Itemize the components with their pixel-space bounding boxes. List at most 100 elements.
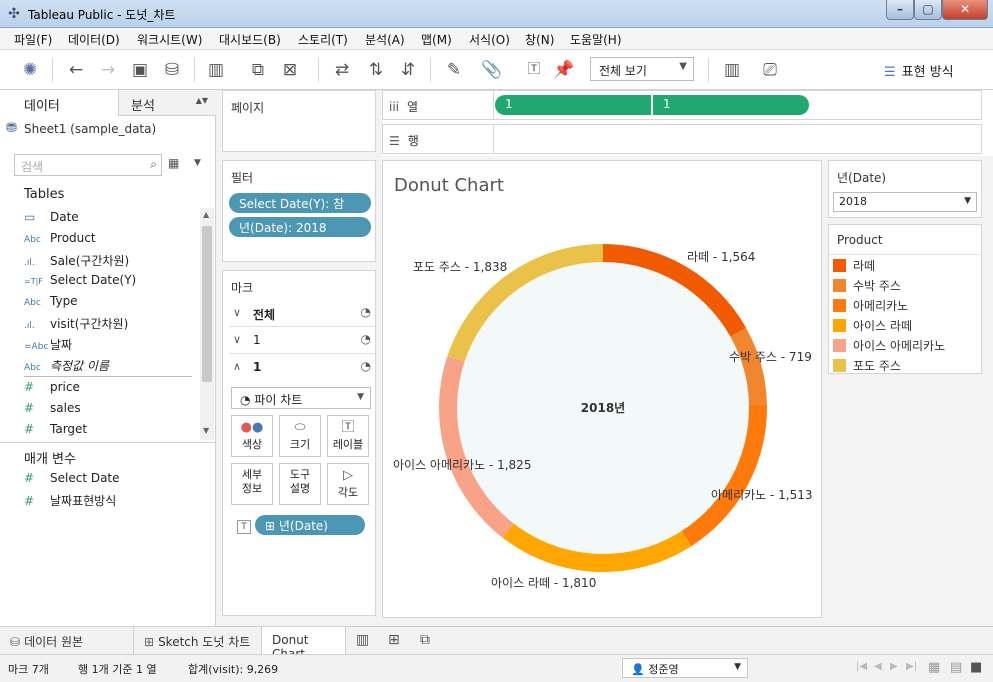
filter-pill-year[interactable]: 년(Date): 2018 (229, 217, 371, 237)
field-product[interactable]: Abc Product (24, 231, 96, 251)
filters-card[interactable]: 필터 Select Date(Y): 참 년(Date): 2018 (222, 160, 376, 262)
fit-view-select[interactable]: 전체 보기 ▼ (590, 57, 694, 81)
menu-data[interactable]: 데이터(D) (68, 31, 120, 48)
fix-axes-icon[interactable]: 📌 (552, 58, 576, 82)
marks-row-1b[interactable]: ∧ 1 ◔ (229, 355, 375, 381)
scroll-down-icon[interactable]: ▼ (203, 426, 209, 435)
columns-icon: iii (389, 100, 400, 114)
menu-format[interactable]: 서식(O) (469, 31, 510, 48)
tooltip-button[interactable]: 도구 설명 (279, 463, 321, 505)
field-visit-bin[interactable]: .ıl. visit(구간차원) (24, 315, 128, 335)
field-date[interactable]: ▭ Date (24, 210, 79, 230)
field-measure-names[interactable]: Abc 측정값 이름 (24, 357, 109, 377)
menu-help[interactable]: 도움말(H) (570, 31, 622, 48)
datasource-name[interactable]: Sheet1 (sample_data) (24, 122, 156, 136)
menu-dashboard[interactable]: 대시보드(B) (219, 31, 281, 48)
new-dashboard-icon[interactable]: ⊞ (388, 632, 400, 648)
minimize-button[interactable]: – (886, 0, 914, 20)
duplicate-sheet-icon[interactable]: ⧉ (246, 58, 270, 82)
label-button[interactable]: 🅃 레이블 (327, 415, 369, 457)
undo-icon[interactable]: ← (64, 58, 88, 82)
tabs-view-icon[interactable]: ■ (970, 660, 982, 675)
marks-row-all[interactable]: ∨ 전체 ◔ (229, 301, 375, 327)
presentation-mode-icon[interactable]: ⎚ (758, 58, 782, 82)
tab-analysis[interactable]: 분석 ▲▼ (118, 90, 216, 116)
columns-shelf[interactable]: iii 열 1 1 (382, 90, 982, 120)
highlight-icon[interactable]: ✎ (442, 58, 466, 82)
user-menu[interactable]: 👤 정준영 ▼ (622, 658, 748, 678)
tab-donut-chart[interactable]: Donut Chart (262, 627, 346, 661)
scroll-up-icon[interactable]: ▲ (203, 210, 209, 219)
pages-card[interactable]: 페이지 (222, 90, 376, 152)
field-select-date-y[interactable]: =T|F Select Date(Y) (24, 273, 136, 293)
save-icon[interactable]: ▣ (128, 58, 152, 82)
filter-pill-select-date[interactable]: Select Date(Y): 참 (229, 193, 371, 213)
pie-icon: ◔ (360, 359, 371, 373)
status-bar: 마크 7개 행 1개 기준 1 열 합계(visit): 9,269 👤 정준영… (0, 654, 993, 682)
new-worksheet-icon[interactable]: ▥ (204, 58, 228, 82)
new-worksheet-icon[interactable]: ▥ (356, 632, 369, 648)
maximize-button[interactable]: ▢ (914, 0, 942, 20)
prev-sheet-icon[interactable]: ◀ (874, 661, 882, 672)
field-date-kr[interactable]: =Abc 날짜 (24, 336, 72, 356)
chevron-down-icon[interactable]: ▼ (194, 158, 201, 168)
new-story-icon[interactable]: ⧉ (420, 632, 430, 648)
last-sheet-icon[interactable]: ▶| (906, 661, 917, 672)
rows-shelf[interactable]: ☰ 행 (382, 124, 982, 154)
label-pill-year[interactable]: ⊞ 년(Date) (255, 515, 365, 535)
sort-descending-icon[interactable]: ⇵ (396, 58, 420, 82)
tab-sketch-donut[interactable]: ⊞ Sketch 도넛 차트 (134, 627, 262, 654)
field-sale-bin[interactable]: .ıl. Sale(구간차원) (24, 252, 129, 272)
clear-sheet-icon[interactable]: ⊠ (278, 58, 302, 82)
menu-worksheet[interactable]: 워크시트(W) (137, 31, 202, 48)
tab-data[interactable]: 데이터 (0, 90, 118, 116)
detail-button[interactable]: 세부 정보 (231, 463, 273, 505)
menu-story[interactable]: 스토리(T) (298, 31, 348, 48)
fields-scrollbar[interactable]: ▲ ▼ (200, 208, 214, 440)
window-title: Tableau Public - 도넛_차트 (28, 8, 176, 22)
color-button[interactable]: ●● 색상 (231, 415, 273, 457)
scrollbar-thumb[interactable] (202, 226, 212, 382)
status-marks: 마크 7개 (8, 663, 49, 676)
data-label: 아이스 라떼 - 1,810 (491, 576, 596, 590)
filters-title: 필터 (231, 171, 254, 185)
param-date-format[interactable]: # 날짜표현방식 (24, 492, 116, 512)
marks-row-1a[interactable]: ∨ 1 ◔ (229, 328, 375, 354)
swap-rows-columns-icon[interactable]: ⇄ (330, 58, 354, 82)
field-type[interactable]: Abc Type (24, 294, 78, 314)
field-price[interactable]: # price (24, 380, 80, 400)
angle-button[interactable]: ▷ 각도 (327, 463, 369, 505)
filmstrip-icon[interactable]: ▤ (950, 660, 962, 675)
pie-icon: ◔ (360, 305, 371, 319)
show-cards-icon[interactable]: ▥ (720, 58, 744, 82)
list-view-icon[interactable]: ▦ (168, 156, 179, 170)
mark-type-select[interactable]: ◔ 파이 차트 ▼ (231, 387, 371, 409)
tab-data-source[interactable]: ⛁ 데이터 원본 (0, 627, 134, 654)
legend-swatch (833, 339, 846, 352)
param-select-date[interactable]: # Select Date (24, 471, 120, 491)
sort-ascending-icon[interactable]: ⇅ (364, 58, 388, 82)
column-pill-1[interactable]: 1 (495, 95, 651, 115)
next-sheet-icon[interactable]: ▶ (890, 661, 898, 672)
new-datasource-icon[interactable]: ⛁ (160, 58, 184, 82)
menu-window[interactable]: 창(N) (525, 31, 554, 48)
column-pill-2[interactable]: 1 (653, 95, 809, 115)
show-labels-icon[interactable]: 🅃 (522, 58, 546, 82)
close-button[interactable]: ✕ (942, 0, 988, 20)
field-sales[interactable]: # sales (24, 401, 81, 421)
size-button[interactable]: ⬭ 크기 (279, 415, 321, 457)
menu-file[interactable]: 파일(F) (14, 31, 52, 48)
redo-icon[interactable]: → (96, 58, 120, 82)
menu-map[interactable]: 맵(M) (421, 31, 452, 48)
search-input[interactable]: 검색 ⌕ (14, 154, 162, 176)
mark-type-value: 파이 차트 (254, 393, 303, 407)
sheet-sorter-icon[interactable]: ▦ (928, 660, 940, 675)
title-bar: ✣ Tableau Public - 도넛_차트 – ▢ ✕ (0, 0, 993, 28)
tableau-home-icon[interactable]: ✺ (18, 58, 42, 82)
first-sheet-icon[interactable]: |◀ (856, 661, 867, 672)
field-target[interactable]: # Target (24, 422, 87, 442)
menu-analysis[interactable]: 분석(A) (365, 31, 405, 48)
show-me-button[interactable]: ☰ 표현 방식 (884, 61, 954, 80)
year-filter-select[interactable]: 2018 ▼ (833, 192, 977, 212)
group-icon[interactable]: 📎 (480, 58, 504, 82)
